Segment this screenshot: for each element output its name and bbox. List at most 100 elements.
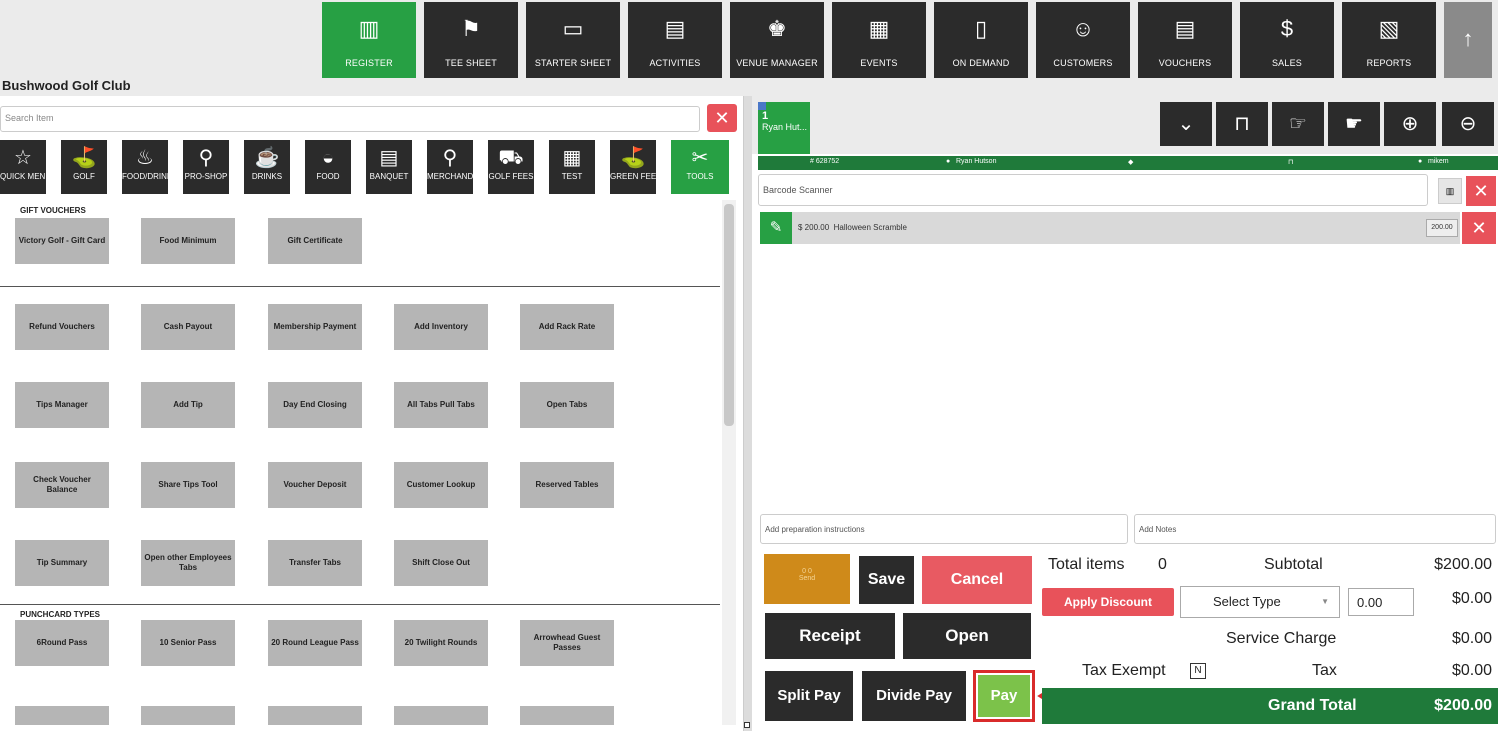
category-tools-button[interactable]: ✂ TOOLS	[671, 140, 729, 194]
table-button[interactable]: ⊓	[1216, 102, 1268, 146]
item-button[interactable]: Open other Employees Tabs	[141, 540, 235, 586]
scroll-thumb[interactable]	[724, 204, 734, 426]
nav-tee-sheet-button[interactable]: ⚑ TEE SHEET	[424, 2, 518, 78]
category-food-drink-button[interactable]: ♨ FOOD/DRINK	[122, 140, 168, 194]
item-button[interactable]: Open Tabs	[520, 382, 614, 428]
nav-on-demand-button[interactable]: ▯ ON DEMAND	[934, 2, 1028, 78]
clear-search-button[interactable]: ✕	[707, 104, 737, 132]
category-test-button[interactable]: ▦ TEST	[549, 140, 595, 194]
item-button[interactable]: Reserved Tables	[520, 462, 614, 508]
nav-venue-manager-button[interactable]: ♚ VENUE MANAGER	[730, 2, 824, 78]
apply-discount-button[interactable]: Apply Discount	[1042, 588, 1174, 616]
hand-button[interactable]: ☛	[1328, 102, 1380, 146]
item-button[interactable]: Refund Vouchers	[15, 304, 109, 350]
nav-register-button[interactable]: ▥ REGISTER	[322, 2, 416, 78]
nav-events-button[interactable]: ▦ EVENTS	[832, 2, 926, 78]
save-button[interactable]: Save	[859, 556, 914, 604]
item-button[interactable]: 10 Senior Pass	[141, 620, 235, 666]
barcode-input[interactable]: Barcode Scanner	[758, 174, 1428, 206]
order-tab[interactable]: 1 Ryan Hut...	[758, 102, 810, 154]
divide-pay-button[interactable]: Divide Pay	[862, 671, 966, 721]
line-amount-field[interactable]: 200.00	[1426, 219, 1458, 237]
scroll-up-button[interactable]: ↑	[1444, 2, 1492, 78]
receipt-button[interactable]: Receipt	[765, 613, 895, 659]
item-button[interactable]: Voucher Deposit	[268, 462, 362, 508]
cancel-button[interactable]: Cancel	[922, 556, 1032, 604]
category-drinks-button[interactable]: ☕ DRINKS	[244, 140, 290, 194]
prep-instructions-input[interactable]: Add preparation instructions	[760, 514, 1128, 544]
tablet-icon: ▭	[562, 16, 584, 41]
send-button[interactable]: 0 0 Send	[764, 554, 850, 604]
item-button[interactable]: 6Round Pass	[15, 620, 109, 666]
item-button[interactable]	[268, 706, 362, 725]
item-button[interactable]: Victory Golf - Gift Card	[15, 218, 109, 264]
category-green-fees-button[interactable]: ⛳ GREEN FEES	[610, 140, 656, 194]
nav-starter-sheet-button[interactable]: ▭ STARTER SHEET	[526, 2, 620, 78]
order-line-item[interactable]: ✎ $ 200.00 Halloween Scramble 200.00	[760, 212, 1460, 244]
total-items-value: 0	[1158, 556, 1167, 573]
remove-line-button[interactable]: ✕	[1462, 212, 1496, 244]
notes-input[interactable]: Add Notes	[1134, 514, 1496, 544]
item-button[interactable]: Membership Payment	[268, 304, 362, 350]
category-label: TOOLS	[686, 172, 714, 181]
panel-divider[interactable]	[744, 96, 752, 731]
item-button[interactable]: Add Rack Rate	[520, 304, 614, 350]
discount-value-input[interactable]: 0.00	[1348, 588, 1414, 616]
subtotal-value: $200.00	[1434, 556, 1492, 573]
category-golf-fees-button[interactable]: ⛟ GOLF FEES	[488, 140, 534, 194]
barcode-icon[interactable]: ▥	[1438, 178, 1462, 204]
select-type-value: Select Type	[1213, 594, 1281, 609]
category-merchandi-button[interactable]: ⚲ MERCHANDI	[427, 140, 473, 194]
item-button[interactable]: Customer Lookup	[394, 462, 488, 508]
pencil-icon[interactable]: ✎	[760, 212, 792, 244]
remove-tab-button[interactable]: ⊖	[1442, 102, 1494, 146]
tax-exempt-toggle[interactable]: N	[1190, 662, 1206, 679]
category-quick-menu-button[interactable]: ☆ QUICK MENU	[0, 140, 46, 194]
search-input[interactable]: Search Item	[0, 106, 700, 132]
item-button[interactable]: Add Inventory	[394, 304, 488, 350]
chevron-down-button[interactable]: ⌄	[1160, 102, 1212, 146]
nav-vouchers-button[interactable]: ▤ VOUCHERS	[1138, 2, 1232, 78]
divider-handle[interactable]	[744, 722, 750, 728]
nav-label: CUSTOMERS	[1053, 58, 1113, 68]
money-icon: $	[1280, 16, 1294, 41]
item-button[interactable]: Gift Certificate	[268, 218, 362, 264]
category-food-button[interactable]: ◒ FOOD	[305, 140, 351, 194]
nav-customers-button[interactable]: ☺ CUSTOMERS	[1036, 2, 1130, 78]
item-button[interactable]: 20 Round League Pass	[268, 620, 362, 666]
item-button[interactable]: 20 Twilight Rounds	[394, 620, 488, 666]
item-button[interactable]: Check Voucher Balance	[15, 462, 109, 508]
item-button[interactable]: Transfer Tabs	[268, 540, 362, 586]
minus-icon: ⊖	[1459, 113, 1477, 135]
total-items-label: Total items	[1048, 556, 1125, 573]
item-button[interactable]: Cash Payout	[141, 304, 235, 350]
clear-barcode-button[interactable]: ✕	[1466, 176, 1496, 206]
item-button[interactable]: Social Members	[15, 706, 109, 725]
item-button[interactable]: Arrowhead Guest Passes	[520, 620, 614, 666]
item-button[interactable]: Tips Manager	[15, 382, 109, 428]
item-button[interactable]: Add Tip	[141, 382, 235, 428]
hand-card-button[interactable]: ☞	[1272, 102, 1324, 146]
item-button[interactable]: Food Minimum	[141, 218, 235, 264]
nav-activities-button[interactable]: ▤ ACTIVITIES	[628, 2, 722, 78]
item-button[interactable]: Share Tips Tool	[141, 462, 235, 508]
discount-type-select[interactable]: Select Type ▼	[1180, 586, 1340, 618]
item-button[interactable]	[141, 706, 235, 725]
category-golf-button[interactable]: ⛳ GOLF	[61, 140, 107, 194]
open-button[interactable]: Open	[903, 613, 1031, 659]
nav-reports-button[interactable]: ▧ REPORTS	[1342, 2, 1436, 78]
item-button[interactable]: Tip Summary	[15, 540, 109, 586]
category-pro-shop-button[interactable]: ⚲ PRO-SHOP	[183, 140, 229, 194]
item-button[interactable]	[394, 706, 488, 725]
item-button[interactable]: Day End Closing	[268, 382, 362, 428]
item-button[interactable]: Shift Close Out	[394, 540, 488, 586]
item-button[interactable]: All Tabs Pull Tabs	[394, 382, 488, 428]
item-grid-scrollbar[interactable]	[722, 200, 736, 725]
nav-sales-button[interactable]: $ SALES	[1240, 2, 1334, 78]
item-button[interactable]	[520, 706, 614, 725]
category-banquet-button[interactable]: ▤ BANQUET	[366, 140, 412, 194]
split-pay-button[interactable]: Split Pay	[765, 671, 853, 721]
add-tab-button[interactable]: ⊕	[1384, 102, 1436, 146]
discount-amount: $0.00	[1451, 590, 1492, 607]
pay-button[interactable]: Pay	[973, 670, 1035, 722]
